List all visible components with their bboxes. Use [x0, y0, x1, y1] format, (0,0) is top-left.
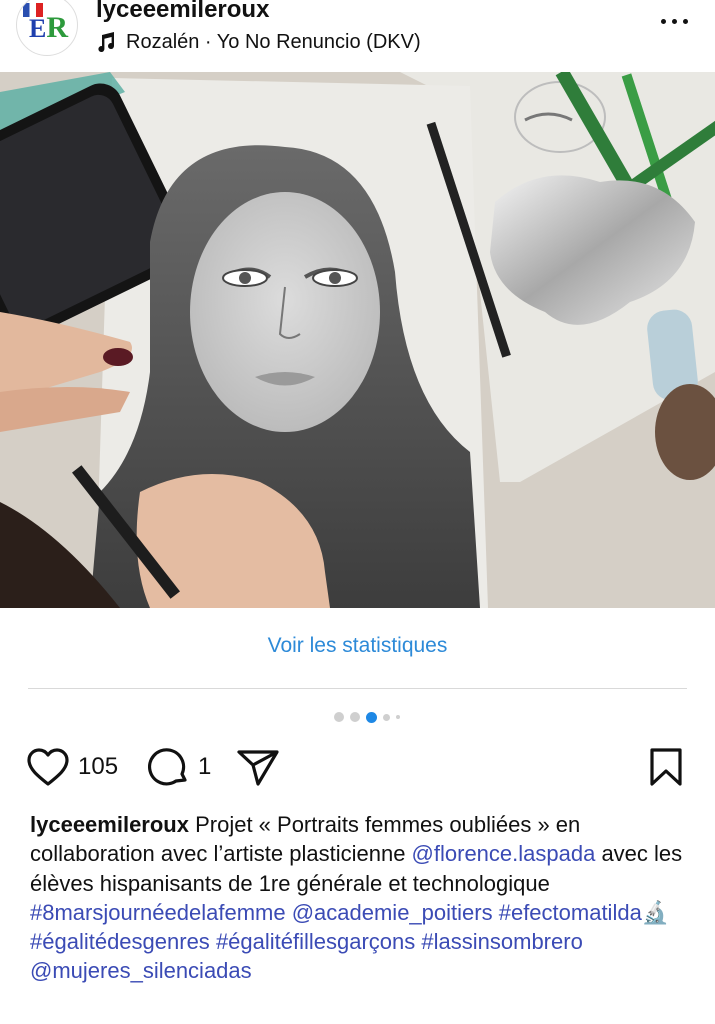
bookmark-icon: [650, 748, 682, 786]
carousel-dot-active: [366, 711, 377, 723]
hashtag-link[interactable]: #8marsjournéedelafemme: [30, 900, 286, 925]
music-info[interactable]: Rozalén · Yo No Renuncio (DKV): [96, 30, 421, 54]
post-header: ER lyceeemileroux Rozalén · Yo No Renunc…: [0, 0, 715, 72]
carousel-dot: [383, 713, 390, 721]
username[interactable]: lyceeemileroux: [96, 0, 269, 24]
mention-link[interactable]: @florence.laspada: [412, 841, 596, 866]
save-button[interactable]: [648, 744, 684, 790]
share-button[interactable]: [236, 744, 280, 790]
share-icon: [237, 750, 279, 786]
comment-button[interactable]: 1: [148, 744, 211, 790]
avatar-logo: ER: [29, 11, 69, 44]
microscope-emoji: 🔬: [641, 899, 670, 925]
like-count: 105: [78, 753, 119, 780]
heart-icon: [27, 748, 69, 786]
mention-link[interactable]: @mujeres_silenciadas: [30, 958, 252, 983]
music-label: Rozalén · Yo No Renuncio (DKV): [126, 30, 421, 53]
more-dot-icon: [672, 18, 677, 24]
divider: [28, 688, 687, 689]
carousel-dot: [396, 715, 400, 719]
post-caption: lyceeemileroux Projet « Portraits femmes…: [30, 810, 690, 986]
hashtag-link[interactable]: #lassinsombrero: [421, 929, 582, 954]
post-image[interactable]: [0, 72, 715, 608]
drawing-photo: [0, 72, 715, 608]
comment-icon: [148, 748, 187, 786]
hashtag-link[interactable]: #efectomatilda: [499, 900, 642, 925]
avatar[interactable]: ER: [16, 0, 78, 56]
carousel-dot: [334, 712, 344, 722]
more-dot-icon: [683, 18, 688, 24]
hashtag-link[interactable]: #égalitédesgenres: [30, 929, 210, 954]
mention-link[interactable]: @academie_poitiers: [292, 900, 493, 925]
more-options-button[interactable]: [661, 12, 691, 30]
carousel-dot: [350, 712, 360, 722]
action-bar: 105 1: [0, 744, 715, 792]
carousel-indicator: [334, 711, 400, 723]
like-button[interactable]: 105: [26, 744, 118, 790]
hashtag-link[interactable]: #égalitéfillesgarçons: [216, 929, 415, 954]
caption-username[interactable]: lyceeemileroux: [30, 812, 189, 837]
more-dot-icon: [661, 18, 666, 24]
view-insights-link[interactable]: Voir les statistiques: [0, 634, 715, 658]
comment-count: 1: [198, 753, 212, 780]
music-note-icon: [98, 32, 115, 53]
